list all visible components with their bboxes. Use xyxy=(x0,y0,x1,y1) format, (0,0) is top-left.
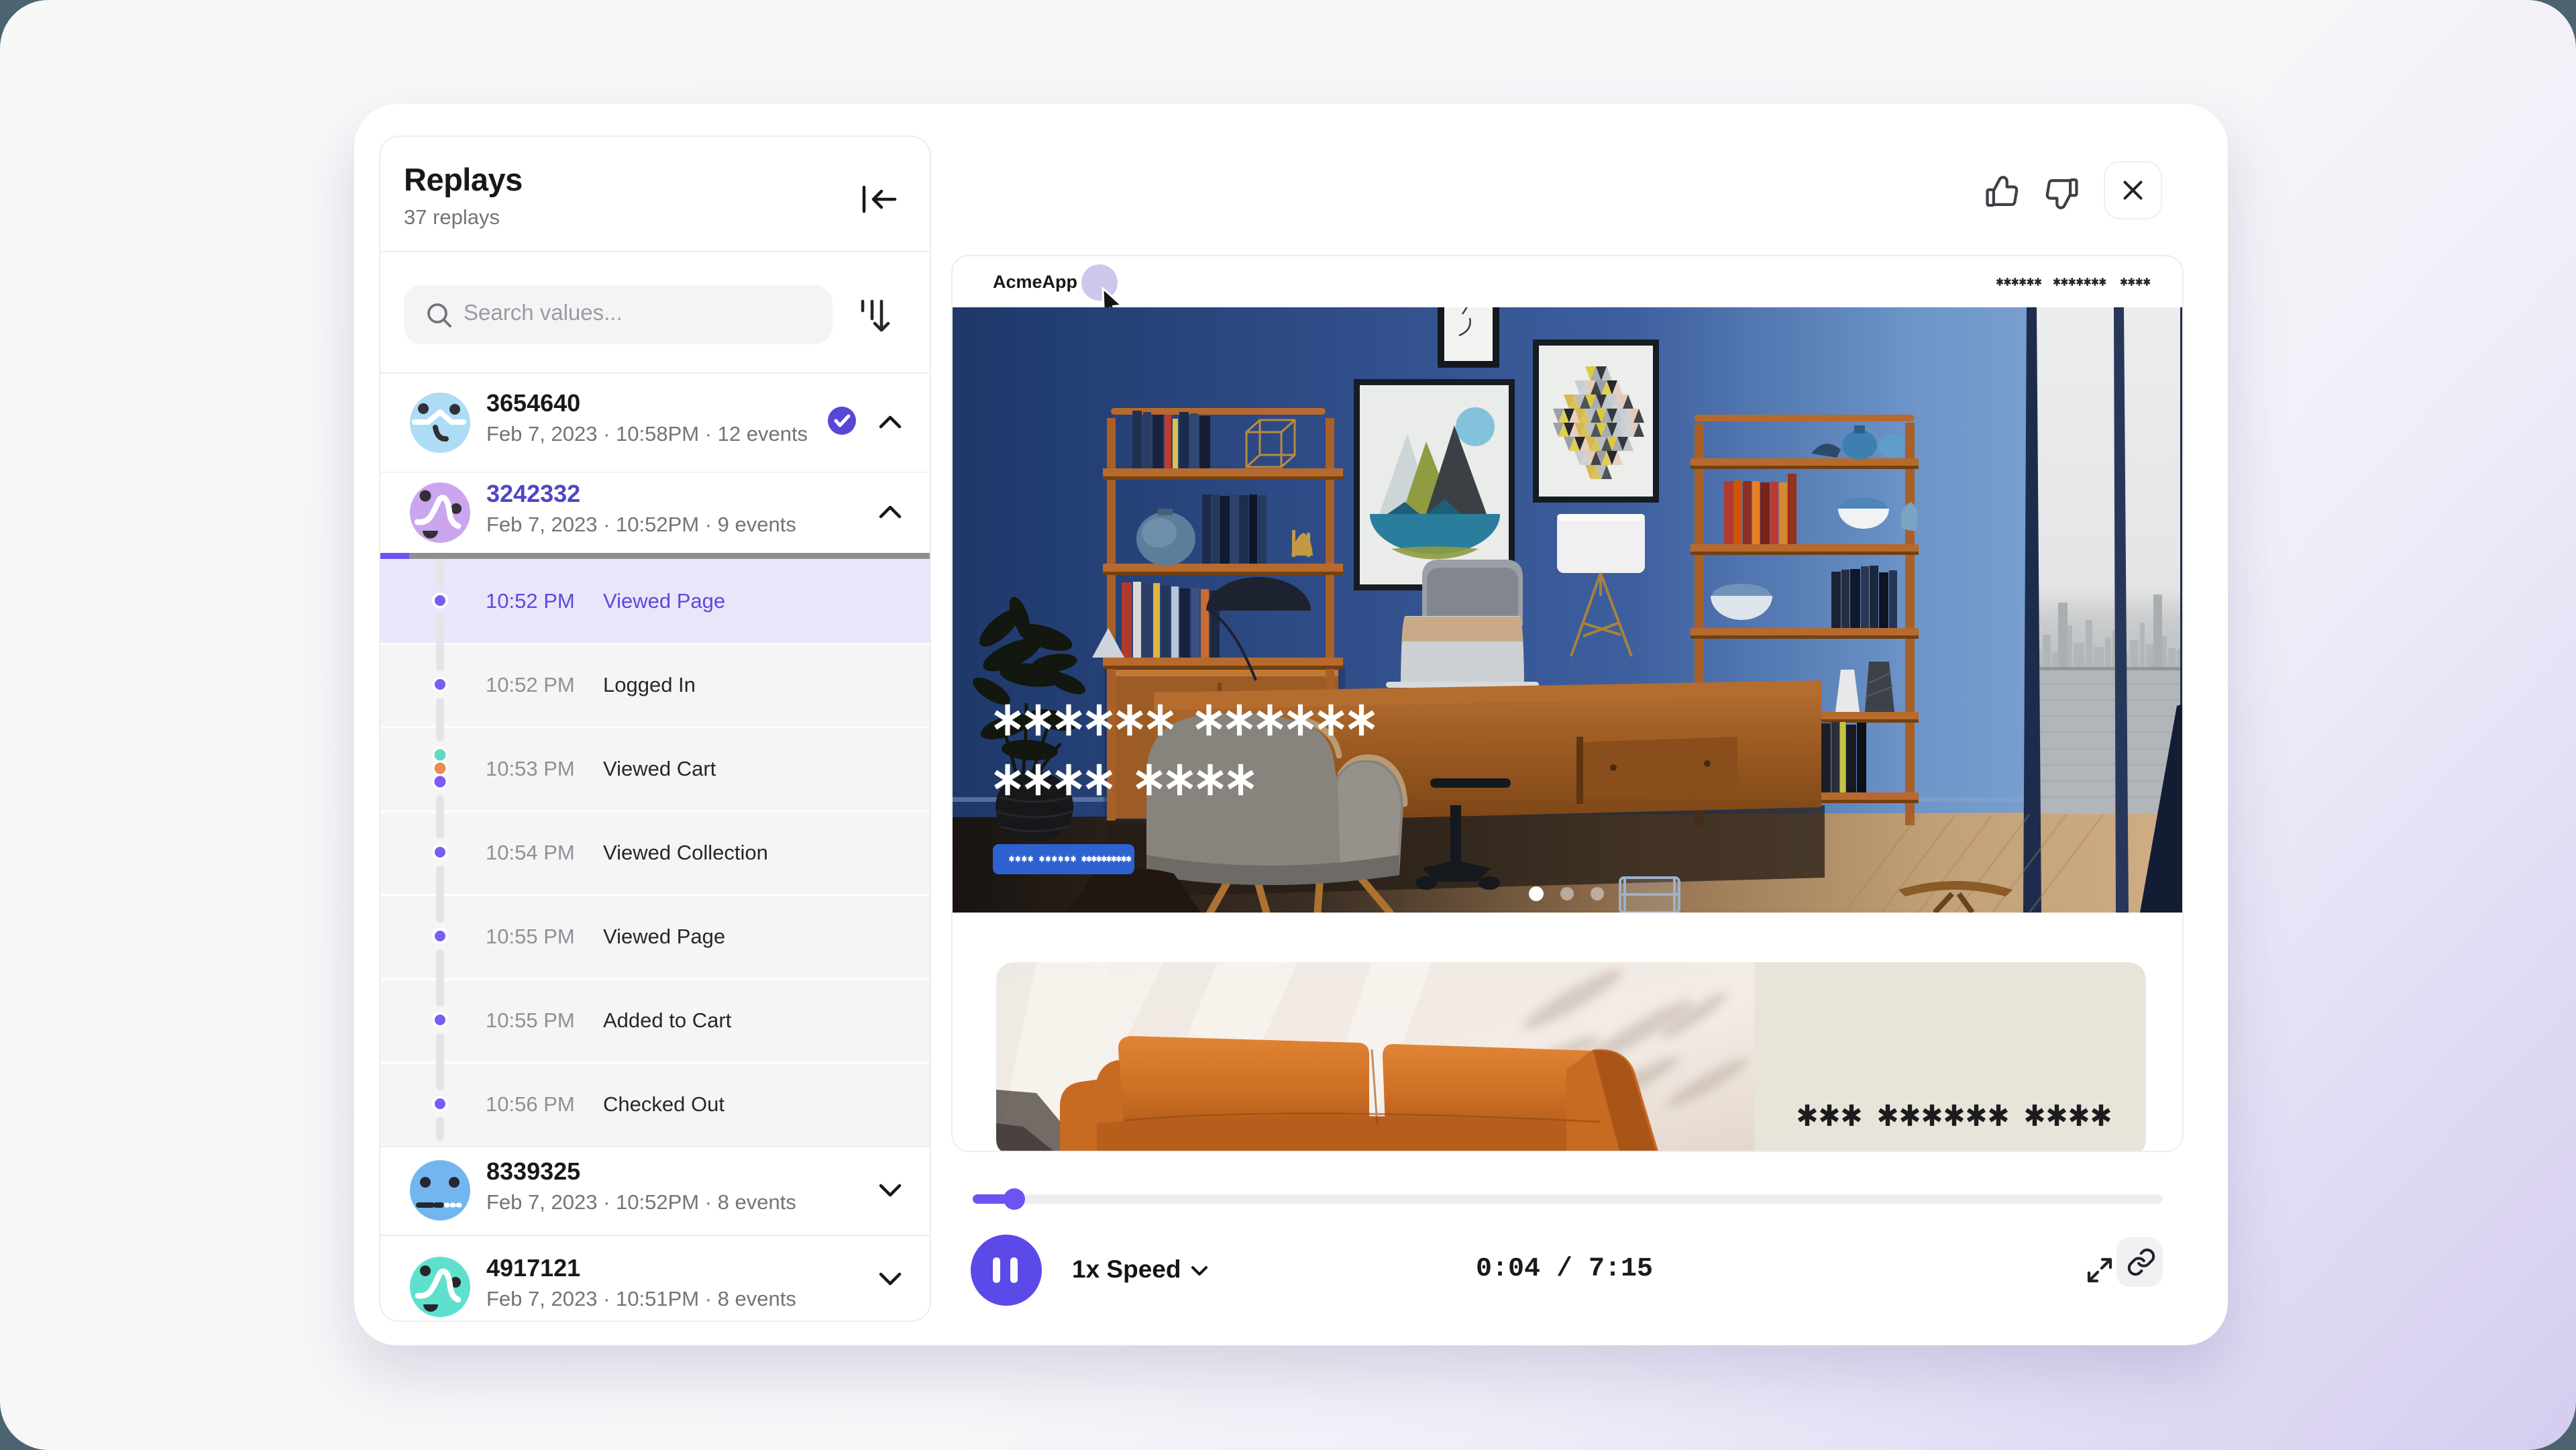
svg-text:10:55 PM: 10:55 PM xyxy=(486,925,575,948)
svg-text:Feb 7, 2023 · 10:58PM · 12 eve: Feb 7, 2023 · 10:58PM · 12 events xyxy=(486,422,808,446)
svg-text:Feb 7, 2023 · 10:51PM · 8 even: Feb 7, 2023 · 10:51PM · 8 events xyxy=(486,1287,796,1310)
svg-text:8339325: 8339325 xyxy=(486,1157,580,1185)
svg-text:Feb 7, 2023 · 10:52PM · 9 even: Feb 7, 2023 · 10:52PM · 9 events xyxy=(486,513,796,536)
svg-text:Logged In: Logged In xyxy=(603,673,696,696)
svg-text:Viewed Page: Viewed Page xyxy=(603,925,725,948)
svg-text:Checked Out: Checked Out xyxy=(603,1092,724,1116)
svg-text:3242332: 3242332 xyxy=(486,480,580,507)
svg-text:10:55 PM: 10:55 PM xyxy=(486,1008,575,1032)
svg-text:Added to Cart: Added to Cart xyxy=(603,1008,732,1032)
svg-text:Feb 7, 2023 · 10:52PM · 8 even: Feb 7, 2023 · 10:52PM · 8 events xyxy=(486,1190,796,1214)
svg-text:10:52 PM: 10:52 PM xyxy=(486,673,575,696)
svg-text:10:52 PM: 10:52 PM xyxy=(486,589,575,613)
svg-text:4917121: 4917121 xyxy=(486,1254,580,1282)
svg-text:10:53 PM: 10:53 PM xyxy=(486,757,575,780)
svg-text:Viewed Collection: Viewed Collection xyxy=(603,841,768,864)
svg-text:10:56 PM: 10:56 PM xyxy=(486,1092,575,1116)
svg-text:10:54 PM: 10:54 PM xyxy=(486,841,575,864)
svg-text:3654640: 3654640 xyxy=(486,389,580,417)
svg-text:Viewed Cart: Viewed Cart xyxy=(603,757,716,780)
svg-text:Viewed Page: Viewed Page xyxy=(603,589,725,613)
